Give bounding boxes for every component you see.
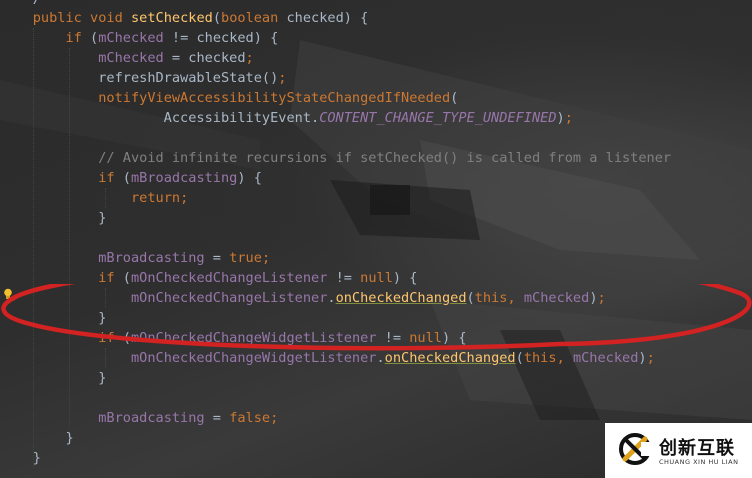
code-line-14[interactable]: mBroadcasting = true; [0,248,270,268]
code-line-9[interactable]: // Avoid infinite recursions if setCheck… [0,148,671,168]
code-line-10[interactable]: if (mBroadcasting) { [0,168,262,188]
red-ellipse-annotation [1,284,752,351]
code-editor[interactable]: / public void setChecked(boolean checked… [0,0,752,478]
code-line-4[interactable]: mChecked = checked; [0,48,254,68]
code-line-7[interactable]: AccessibilityEvent.CONTENT_CHANGE_TYPE_U… [0,108,573,128]
code-line-2[interactable]: public void setChecked(boolean checked) … [0,8,369,28]
code-line-5[interactable]: refreshDrawableState(); [0,68,286,88]
code-line-11[interactable]: return; [0,188,188,208]
brand-name-en: CHUANG XIN HU LIAN [659,458,739,466]
code-line-23[interactable]: } [0,428,73,448]
code-line-22[interactable]: mBroadcasting = false; [0,408,278,428]
brand-name-cn: 创新互联 [659,438,735,459]
brand-watermark: 创新互联 CHUANG XIN HU LIAN [605,423,752,478]
brand-x-logo-icon [619,433,655,465]
code-line-24[interactable]: } [0,448,41,468]
code-line-12[interactable]: } [0,208,106,228]
code-line-3[interactable]: if (mChecked != checked) { [0,28,278,48]
code-line-6[interactable]: notifyViewAccessibilityStateChangedIfNee… [0,88,458,108]
